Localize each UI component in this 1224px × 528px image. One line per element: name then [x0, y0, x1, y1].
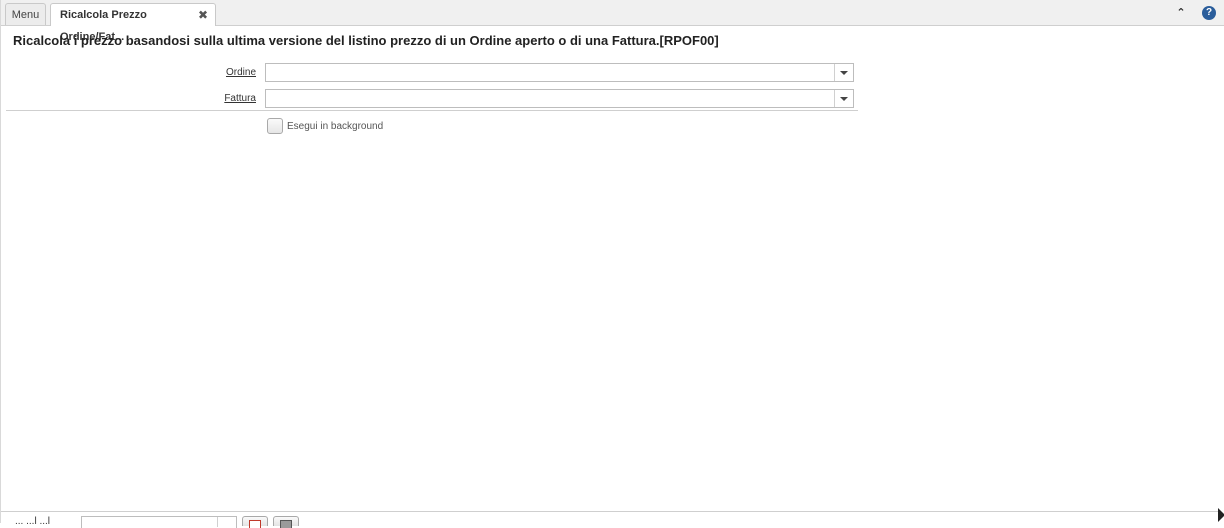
bottom-field-label: ... ...l ...l: [15, 516, 51, 527]
bottom-combobox[interactable]: [81, 516, 237, 528]
trash-icon: [280, 520, 292, 528]
tab-bar: Menu Ricalcola Prezzo Ordine/Fat... ✖ ⌃ …: [1, 0, 1224, 43]
chevron-down-icon: [840, 97, 848, 101]
resize-handle-icon[interactable]: [1218, 508, 1224, 522]
tab-menu-label: Menu: [11, 9, 40, 21]
ordine-dropdown-button[interactable]: [834, 64, 853, 81]
background-checkbox-label: Esegui in background: [287, 121, 384, 132]
delete-report-button[interactable]: [273, 516, 299, 528]
bottom-combobox-separator: [217, 517, 218, 527]
background-checkbox[interactable]: [267, 118, 283, 134]
form-divider: [6, 110, 858, 111]
fattura-input[interactable]: [266, 90, 836, 107]
tab-menu[interactable]: Menu: [5, 3, 46, 25]
fattura-dropdown-button[interactable]: [834, 90, 853, 107]
ordine-label: Ordine: [225, 67, 256, 78]
help-icon[interactable]: ?: [1202, 6, 1216, 20]
page-title: Ricalcola i prezzo basandosi sulla ultim…: [13, 33, 719, 48]
fattura-label: Fattura: [224, 93, 256, 104]
close-icon[interactable]: ✖: [198, 4, 208, 26]
ordine-input[interactable]: [266, 64, 836, 81]
report-icon: [249, 520, 261, 528]
ordine-combobox[interactable]: [265, 63, 854, 82]
bottom-divider: [1, 511, 1218, 512]
tab-recalculate-price[interactable]: Ricalcola Prezzo Ordine/Fat... ✖: [50, 3, 216, 43]
chevron-down-icon: [840, 71, 848, 75]
process-window: Menu Ricalcola Prezzo Ordine/Fat... ✖ ⌃ …: [0, 0, 1224, 528]
fattura-combobox[interactable]: [265, 89, 854, 108]
save-report-button[interactable]: [242, 516, 268, 528]
chevrons-up-icon[interactable]: ⌃: [1174, 6, 1188, 20]
